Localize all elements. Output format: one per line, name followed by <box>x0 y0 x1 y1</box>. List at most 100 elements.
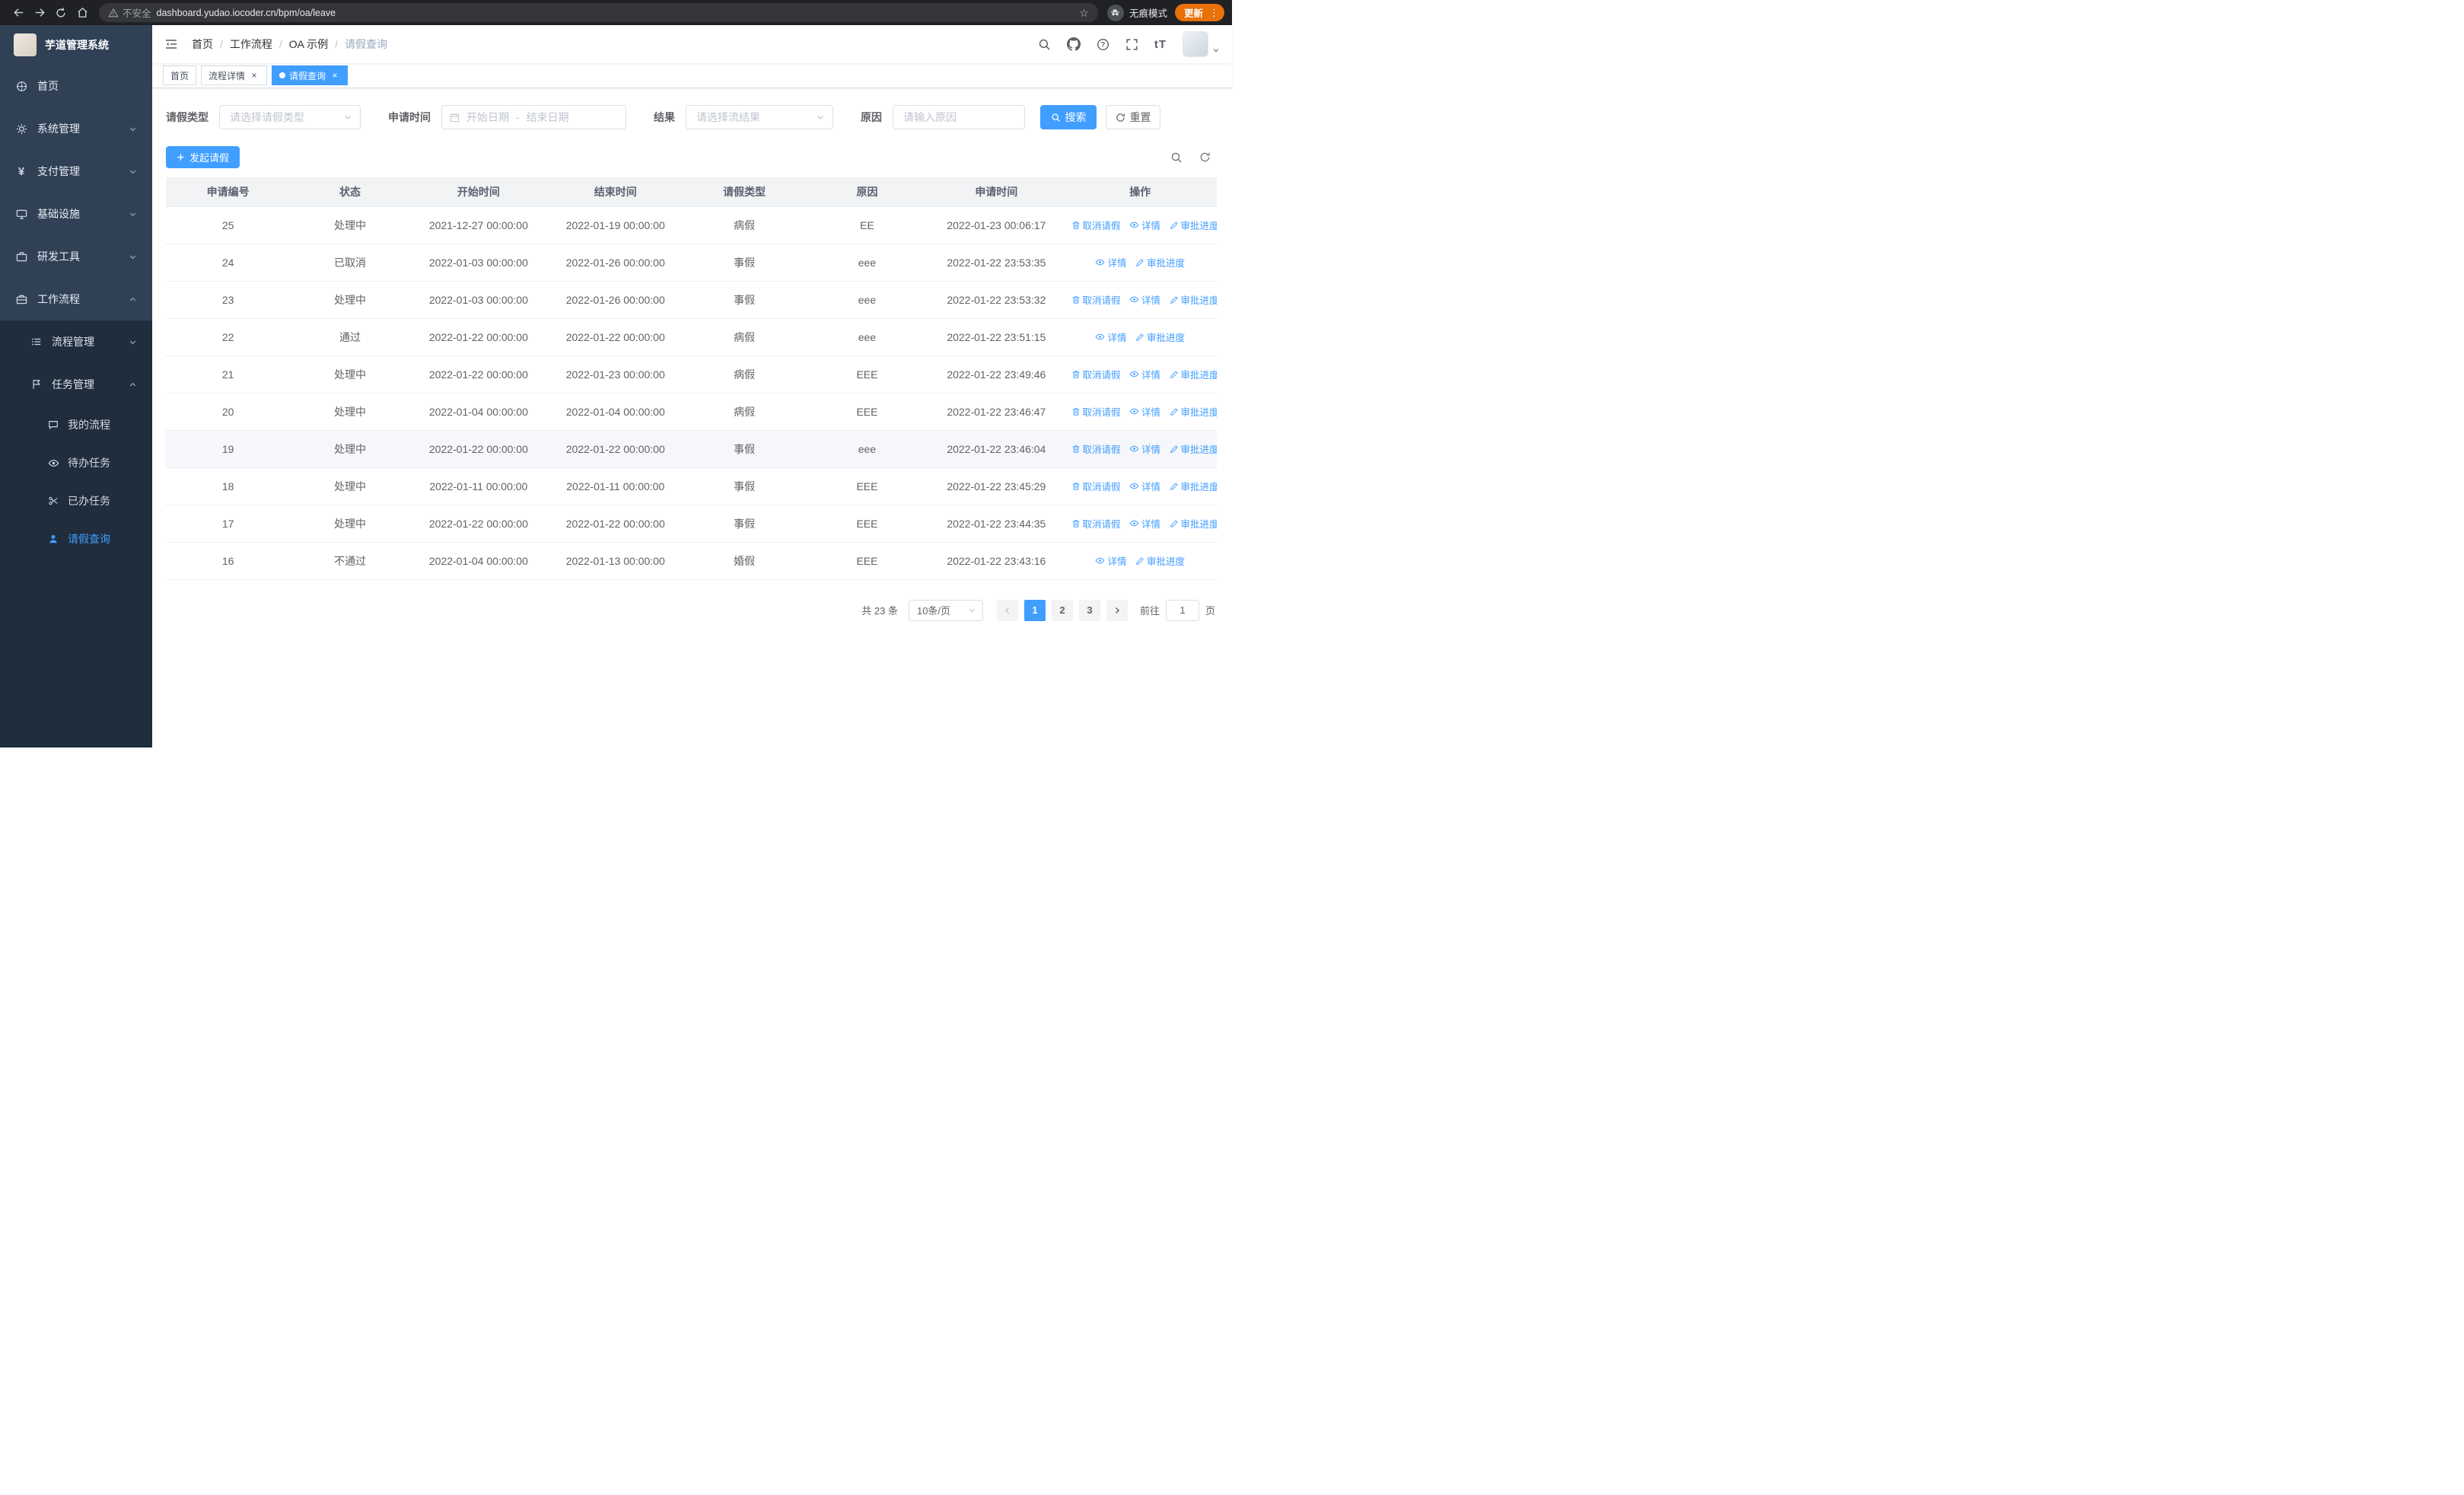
sidebar-item-label: 支付管理 <box>37 165 80 177</box>
page-button-1[interactable]: 1 <box>1023 599 1046 621</box>
address-bar[interactable]: 不安全 dashboard.yudao.iocoder.cn/bpm/oa/le… <box>99 3 1098 22</box>
chevron-down-icon <box>129 340 136 344</box>
detail-link[interactable]: 详情 <box>1129 292 1160 307</box>
cancel-leave-link[interactable]: 取消请假 <box>1071 479 1121 493</box>
refresh-icon <box>1116 113 1125 122</box>
top-navbar: 首页 / 工作流程 / OA 示例 / 请假查询 ? tT <box>152 25 1232 63</box>
approval-progress-link[interactable]: 审批进度 <box>1170 479 1217 493</box>
prev-page-button[interactable] <box>996 599 1018 621</box>
page-size-select[interactable]: 10条/页 <box>908 599 983 621</box>
approval-progress-link[interactable]: 审批进度 <box>1170 367 1217 381</box>
fullscreen-button[interactable] <box>1125 38 1138 51</box>
browser-forward-button[interactable] <box>29 2 50 24</box>
sidebar-item-system[interactable]: 系统管理 <box>0 107 152 150</box>
tab-process-detail[interactable]: 流程详情 × <box>201 65 268 85</box>
cancel-leave-link[interactable]: 取消请假 <box>1071 516 1121 531</box>
approval-progress-link[interactable]: 审批进度 <box>1170 218 1217 232</box>
result-label: 结果 <box>654 111 675 123</box>
cell-operations: 取消请假 详情 审批进度 <box>1063 206 1217 244</box>
font-size-button[interactable]: tT <box>1154 38 1167 51</box>
sidebar-item-home[interactable]: 首页 <box>0 65 152 107</box>
approval-progress-link[interactable]: 审批进度 <box>1170 292 1217 307</box>
security-indicator[interactable]: 不安全 <box>108 5 151 20</box>
cell-apply-id: 21 <box>166 355 291 394</box>
sidebar-item-task-management[interactable]: 任务管理 <box>0 363 152 406</box>
detail-link[interactable]: 详情 <box>1129 441 1160 456</box>
tab-home[interactable]: 首页 <box>163 65 197 85</box>
table-search-toggle-button[interactable] <box>1170 151 1183 164</box>
approval-progress-link[interactable]: 审批进度 <box>1170 404 1217 419</box>
create-leave-button[interactable]: 发起请假 <box>166 146 240 168</box>
sidebar-item-workflow[interactable]: 工作流程 <box>0 278 152 320</box>
browser-menu-icon[interactable]: ⋮ <box>1209 7 1219 19</box>
detail-link[interactable]: 详情 <box>1095 330 1127 344</box>
approval-progress-link[interactable]: 审批进度 <box>1135 255 1185 269</box>
yen-icon: ¥ <box>18 164 25 178</box>
detail-link[interactable]: 详情 <box>1129 479 1160 493</box>
cancel-leave-label: 取消请假 <box>1082 370 1121 381</box>
sidebar-item-process-management[interactable]: 流程管理 <box>0 320 152 363</box>
help-button[interactable]: ? <box>1097 38 1109 51</box>
cancel-leave-link[interactable]: 取消请假 <box>1071 367 1121 381</box>
trash-icon <box>1072 482 1079 490</box>
browser-home-button[interactable] <box>72 2 93 24</box>
header-search-button[interactable] <box>1038 38 1051 51</box>
detail-link[interactable]: 详情 <box>1129 218 1160 232</box>
detail-label: 详情 <box>1107 556 1127 567</box>
close-icon[interactable]: × <box>249 70 259 81</box>
approval-progress-link[interactable]: 审批进度 <box>1135 330 1185 344</box>
breadcrumb-oa-example[interactable]: OA 示例 <box>289 37 328 52</box>
cell-leave-type: 病假 <box>683 393 805 431</box>
user-menu[interactable] <box>1183 31 1220 57</box>
close-icon[interactable]: × <box>329 70 340 81</box>
sidebar-item-devtools[interactable]: 研发工具 <box>0 235 152 278</box>
reason-input[interactable] <box>893 105 1025 129</box>
sidebar-item-done-tasks[interactable]: 已办任务 <box>0 482 152 520</box>
approval-progress-link[interactable]: 审批进度 <box>1170 516 1217 531</box>
sidebar-collapse-button[interactable] <box>164 37 178 51</box>
sidebar-item-label: 研发工具 <box>37 250 80 263</box>
cell-leave-type: 事假 <box>683 467 805 505</box>
cancel-leave-link[interactable]: 取消请假 <box>1071 441 1121 456</box>
user-icon <box>47 534 59 544</box>
cancel-leave-link[interactable]: 取消请假 <box>1071 404 1121 419</box>
table-row: 23 处理中 2022-01-03 00:00:00 2022-01-26 00… <box>166 281 1217 319</box>
sidebar-item-my-process[interactable]: 我的流程 <box>0 406 152 444</box>
sidebar-item-infra[interactable]: 基础设施 <box>0 193 152 235</box>
result-select[interactable]: 请选择流结果 <box>686 105 833 129</box>
sidebar-item-leave-query[interactable]: 请假查询 <box>0 520 152 558</box>
page-button-2[interactable]: 2 <box>1051 599 1073 621</box>
search-button[interactable]: 搜索 <box>1040 105 1097 129</box>
cell-status: 处理中 <box>290 430 410 468</box>
detail-link[interactable]: 详情 <box>1095 553 1127 568</box>
sidebar-item-todo-tasks[interactable]: 待办任务 <box>0 444 152 482</box>
app-logo-row[interactable]: 芋道管理系统 <box>0 25 152 65</box>
reset-button[interactable]: 重置 <box>1106 105 1160 129</box>
page-button-3[interactable]: 3 <box>1078 599 1100 621</box>
detail-link[interactable]: 详情 <box>1129 367 1160 381</box>
table-refresh-button[interactable] <box>1199 151 1211 163</box>
sidebar-item-payment[interactable]: ¥ 支付管理 <box>0 150 152 193</box>
breadcrumb-separator: / <box>279 38 282 50</box>
leave-type-select[interactable]: 请选择请假类型 <box>219 105 361 129</box>
detail-link[interactable]: 详情 <box>1095 255 1127 269</box>
browser-update-button[interactable]: 更新 ⋮ <box>1174 4 1224 21</box>
detail-link[interactable]: 详情 <box>1129 516 1160 531</box>
goto-page-input[interactable] <box>1165 599 1199 621</box>
cancel-leave-link[interactable]: 取消请假 <box>1071 218 1121 232</box>
next-page-button[interactable] <box>1106 599 1128 621</box>
tab-leave-query[interactable]: 请假查询 × <box>272 65 349 85</box>
approval-progress-link[interactable]: 审批进度 <box>1170 441 1217 456</box>
approval-progress-link[interactable]: 审批进度 <box>1135 553 1185 568</box>
bookmark-star-icon[interactable]: ☆ <box>1079 8 1089 18</box>
browser-reload-button[interactable] <box>50 2 72 24</box>
breadcrumb-home[interactable]: 首页 <box>192 37 213 52</box>
breadcrumb-workflow[interactable]: 工作流程 <box>230 37 272 52</box>
detail-link[interactable]: 详情 <box>1129 404 1160 419</box>
apply-time-range-picker[interactable]: 开始日期 - 结束日期 <box>441 105 626 129</box>
github-link[interactable] <box>1066 37 1081 51</box>
browser-back-button[interactable] <box>8 2 29 24</box>
cancel-leave-link[interactable]: 取消请假 <box>1071 292 1121 307</box>
eye-icon <box>1096 557 1105 564</box>
cell-operations: 取消请假 详情 审批进度 <box>1063 281 1217 319</box>
